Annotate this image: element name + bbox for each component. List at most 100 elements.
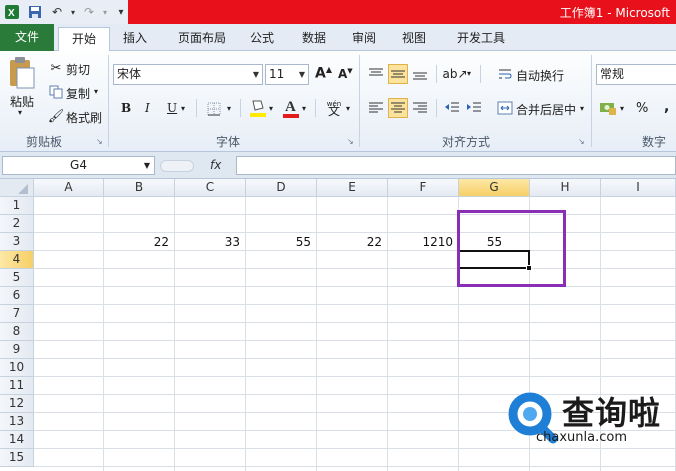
formula-input[interactable] xyxy=(236,156,676,175)
formula-bar: G4 ▼ fx xyxy=(0,152,676,179)
highlight-box xyxy=(457,210,566,287)
shrink-font-button[interactable]: A▼ xyxy=(338,67,353,81)
cell-d3[interactable]: 55 xyxy=(246,233,317,251)
underline-dropdown-icon[interactable]: ▾ xyxy=(181,104,185,113)
align-bottom-icon[interactable] xyxy=(410,64,430,84)
align-left-icon[interactable] xyxy=(366,98,386,118)
row-header-8[interactable]: 8 xyxy=(0,323,34,341)
decrease-indent-icon[interactable] xyxy=(442,98,462,118)
name-box[interactable]: G4 ▼ xyxy=(2,156,155,175)
row-header-13[interactable]: 13 xyxy=(0,413,34,431)
format-painter-button[interactable]: 格式刷 xyxy=(66,109,102,126)
font-size-select[interactable]: 11 ▼ xyxy=(265,64,309,85)
row-header-9[interactable]: 9 xyxy=(0,341,34,359)
alignment-launcher-icon[interactable]: ↘ xyxy=(578,137,585,146)
tab-file[interactable]: 文件 xyxy=(0,24,54,51)
grid-row-line xyxy=(34,214,676,215)
tab-developer[interactable]: 开发工具 xyxy=(446,27,516,51)
cell-e3[interactable]: 22 xyxy=(317,233,388,251)
formula-bar-splitter[interactable] xyxy=(160,160,194,172)
increase-indent-icon[interactable] xyxy=(464,98,484,118)
save-icon[interactable] xyxy=(26,3,44,21)
grid-row-line xyxy=(34,322,676,323)
row-header-14[interactable]: 14 xyxy=(0,431,34,449)
fill-color-icon[interactable] xyxy=(249,98,267,118)
inline-divider xyxy=(436,65,437,83)
row-header-5[interactable]: 5 xyxy=(0,269,34,287)
row-header-10[interactable]: 10 xyxy=(0,359,34,377)
column-header-f[interactable]: F xyxy=(388,179,459,197)
accounting-format-icon[interactable] xyxy=(598,98,618,118)
svg-text:A: A xyxy=(285,99,296,115)
merge-center-icon[interactable] xyxy=(497,100,513,116)
accounting-dropdown-icon[interactable]: ▾ xyxy=(620,104,624,113)
column-header-e[interactable]: E xyxy=(317,179,388,197)
column-header-g[interactable]: G xyxy=(459,179,530,197)
row-header-11[interactable]: 11 xyxy=(0,377,34,395)
comma-style-button[interactable]: , xyxy=(664,99,669,115)
wrap-text-button[interactable]: 自动换行 xyxy=(516,67,564,84)
align-middle-icon[interactable] xyxy=(388,64,408,84)
grid-row-line xyxy=(34,376,676,377)
select-all-corner[interactable] xyxy=(0,179,34,197)
tab-review[interactable]: 审阅 xyxy=(342,27,386,51)
font-color-icon[interactable]: A xyxy=(282,97,300,119)
bold-button[interactable]: B xyxy=(121,101,131,115)
tab-page-layout[interactable]: 页面布局 xyxy=(166,27,238,51)
align-top-icon[interactable] xyxy=(366,64,386,84)
merge-dropdown-icon[interactable]: ▾ xyxy=(580,104,584,113)
align-right-icon[interactable] xyxy=(410,98,430,118)
row-header-2[interactable]: 2 xyxy=(0,215,34,233)
row-header-15[interactable]: 15 xyxy=(0,449,34,467)
cell-f3[interactable]: 1210 xyxy=(388,233,459,251)
italic-button[interactable]: I xyxy=(145,101,150,115)
paste-dropdown-icon[interactable]: ▾ xyxy=(18,108,22,117)
phonetic-guide-icon[interactable]: wén 文 xyxy=(322,98,346,118)
wrap-text-icon[interactable] xyxy=(497,66,513,82)
clipboard-paste-icon[interactable] xyxy=(4,55,40,91)
tab-home[interactable]: 开始 xyxy=(58,27,110,51)
align-center-icon[interactable] xyxy=(388,98,408,118)
grow-font-button[interactable]: A▲ xyxy=(315,65,332,82)
borders-dropdown-icon[interactable]: ▾ xyxy=(227,104,231,113)
fill-color-dropdown-icon[interactable]: ▾ xyxy=(269,104,273,113)
font-launcher-icon[interactable]: ↘ xyxy=(347,137,354,146)
number-format-select[interactable]: 常规 xyxy=(596,64,676,85)
underline-button[interactable]: U xyxy=(167,101,177,115)
column-header-b[interactable]: B xyxy=(104,179,175,197)
column-header-a[interactable]: A xyxy=(34,179,104,197)
cell-b3[interactable]: 22 xyxy=(104,233,175,251)
orientation-icon[interactable]: ab↗ xyxy=(442,64,467,84)
row-header-12[interactable]: 12 xyxy=(0,395,34,413)
row-header-3[interactable]: 3 xyxy=(0,233,34,251)
tab-insert[interactable]: 插入 xyxy=(112,27,158,51)
borders-icon[interactable] xyxy=(206,101,222,117)
clipboard-launcher-icon[interactable]: ↘ xyxy=(96,137,103,146)
font-size-value: 11 xyxy=(269,67,285,81)
insert-function-icon[interactable]: fx xyxy=(210,158,221,172)
merge-center-button[interactable]: 合并后居中 xyxy=(516,101,576,118)
phonetic-dropdown-icon[interactable]: ▾ xyxy=(346,104,350,113)
cell-c3[interactable]: 33 xyxy=(175,233,246,251)
row-header-1[interactable]: 1 xyxy=(0,197,34,215)
row-header-6[interactable]: 6 xyxy=(0,287,34,305)
percent-style-button[interactable]: % xyxy=(636,101,648,116)
font-name-select[interactable]: 宋体 ▼ xyxy=(113,64,263,85)
scissors-icon[interactable]: ✂ xyxy=(48,60,64,76)
column-header-d[interactable]: D xyxy=(246,179,317,197)
row-header-4[interactable]: 4 xyxy=(0,251,34,269)
copy-button[interactable]: 复制 xyxy=(66,85,90,102)
font-color-dropdown-icon[interactable]: ▾ xyxy=(302,104,306,113)
orientation-dropdown-icon[interactable]: ▾ xyxy=(467,69,471,78)
tab-data[interactable]: 数据 xyxy=(292,27,336,51)
row-header-7[interactable]: 7 xyxy=(0,305,34,323)
cut-button[interactable]: 剪切 xyxy=(66,61,90,78)
format-painter-icon[interactable]: 🖌 xyxy=(48,108,65,124)
tab-view[interactable]: 视图 xyxy=(392,27,436,51)
column-header-i[interactable]: I xyxy=(601,179,676,197)
column-header-h[interactable]: H xyxy=(530,179,601,197)
tab-formulas[interactable]: 公式 xyxy=(240,27,284,51)
copy-dropdown-icon[interactable]: ▾ xyxy=(94,87,98,96)
copy-icon[interactable] xyxy=(48,84,64,100)
column-header-c[interactable]: C xyxy=(175,179,246,197)
